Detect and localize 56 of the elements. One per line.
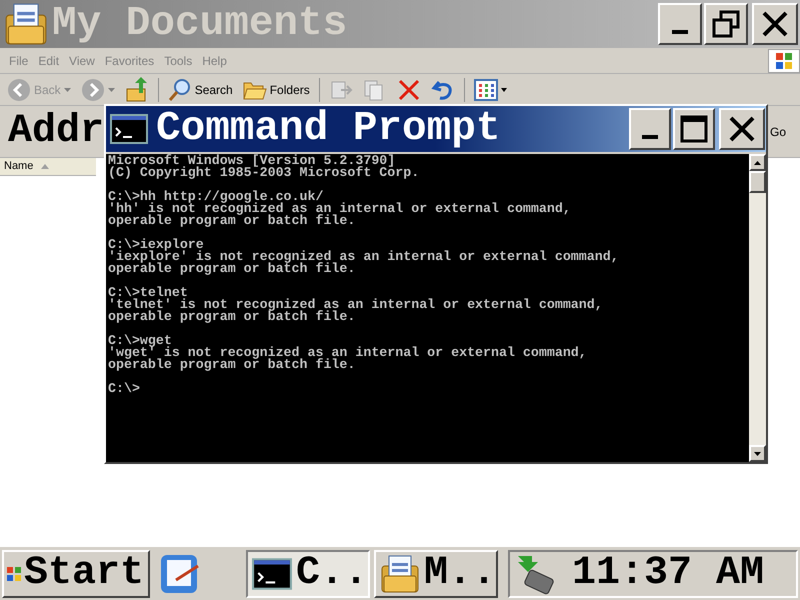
restore-button[interactable] (704, 3, 748, 45)
console-line: operable program or batch file. (108, 311, 356, 323)
close-icon (761, 10, 789, 38)
console-icon (252, 556, 292, 592)
dropdown-arrow-icon (108, 88, 115, 92)
start-button[interactable]: Start (2, 550, 150, 598)
console-line: C:\>hh http://google.co.uk/ (108, 191, 324, 203)
console-line: 'iexplore' is not recognized as an internal or external command, (108, 251, 620, 263)
clock: 11:37 AM (572, 554, 764, 594)
delete-icon (396, 78, 421, 102)
go-button[interactable]: Go (770, 122, 786, 140)
console-line: operable program or batch file. (108, 359, 356, 371)
console-line: operable program or batch file. (108, 263, 356, 275)
up-arrow-icon (754, 160, 761, 164)
maximize-button[interactable] (673, 108, 715, 150)
search-button[interactable]: Search (164, 76, 236, 104)
console-icon (110, 114, 148, 144)
minimize-icon (642, 135, 658, 139)
close-icon (728, 115, 756, 143)
console-line: 'telnet' is not recognized as an internal or external command, (108, 299, 604, 311)
down-arrow-icon (754, 452, 761, 456)
window-title: My Documents (52, 4, 348, 44)
scroll-thumb[interactable] (749, 171, 766, 193)
close-button[interactable] (752, 3, 798, 45)
console-line: C:\>iexplore (108, 239, 204, 251)
taskbar-button[interactable]: M.. (374, 550, 498, 598)
taskbar-button[interactable]: C.. (246, 550, 370, 598)
console-line: Microsoft Windows [Version 5.2.3790] (108, 155, 396, 167)
folders-button[interactable]: Folders (240, 76, 313, 104)
minimize-button[interactable] (658, 3, 702, 45)
maximize-icon (680, 115, 708, 143)
sort-arrow-icon (41, 164, 50, 169)
address-label: Addr (8, 112, 104, 152)
folder-icon (4, 2, 48, 46)
console-line: C:\> (108, 383, 141, 395)
up-folder-icon (124, 76, 149, 102)
scrollbar[interactable] (749, 154, 766, 462)
console-line: 'wget' is not recognized as an internal or external command, (108, 347, 588, 359)
dropdown-arrow-icon (64, 88, 71, 92)
windows-logo-icon (6, 566, 22, 582)
restore-icon (712, 10, 740, 38)
console-line: 'hh' is not recognized as an internal or external command, (108, 203, 572, 215)
scroll-down-button[interactable] (749, 445, 766, 462)
console-line: operable program or batch file. (108, 215, 356, 227)
minimize-button[interactable] (629, 108, 671, 150)
console-line: C:\>telnet (108, 287, 188, 299)
scroll-up-button[interactable] (749, 154, 766, 171)
minimize-icon (672, 30, 688, 34)
console-line: (C) Copyright 1985-2003 Microsoft Corp. (108, 167, 420, 179)
console-line: C:\>wget (108, 335, 172, 347)
views-icon (474, 78, 510, 102)
close-button[interactable] (719, 108, 765, 150)
search-icon (168, 78, 192, 102)
column-header[interactable]: Name (0, 158, 96, 176)
windows-logo-icon (768, 48, 800, 72)
console-title: Command Prompt (156, 108, 500, 150)
